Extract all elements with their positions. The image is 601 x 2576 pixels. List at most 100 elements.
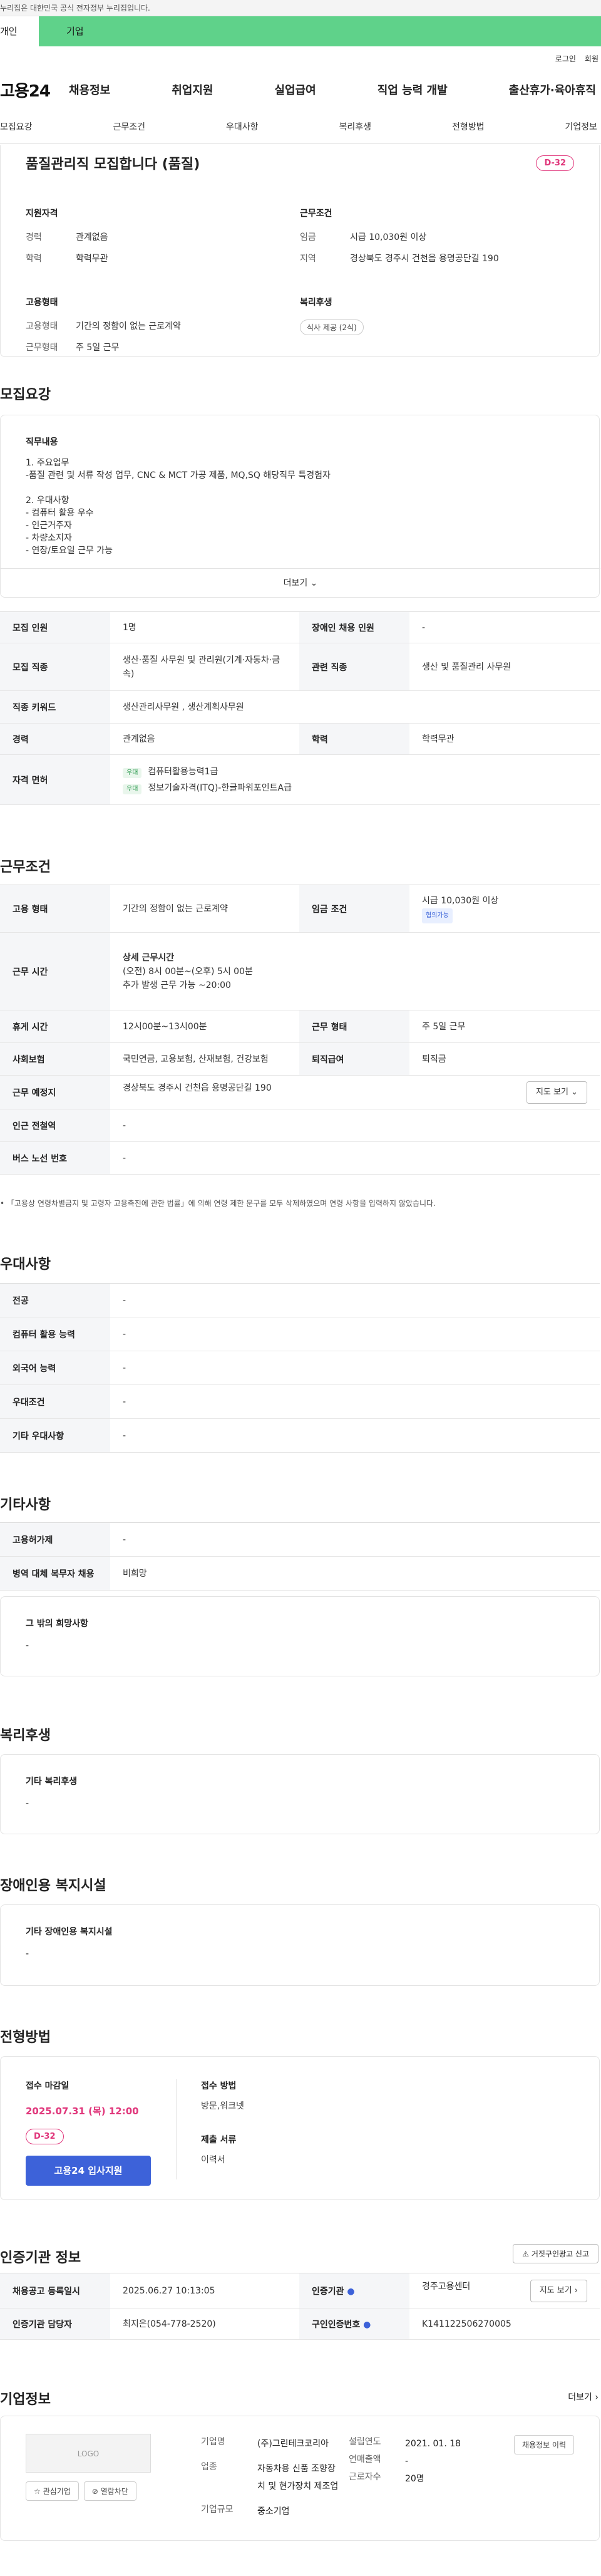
chevron-right-icon: › xyxy=(574,2285,578,2295)
tab-personal[interactable]: 개인 xyxy=(0,16,39,46)
table-row: 기타 우대사항 - xyxy=(0,1418,600,1453)
td: 기간의 정함이 없는 근로계약 xyxy=(110,885,299,933)
wish-heading: 그 밖의 희망사항 xyxy=(26,1619,88,1629)
method-heading: 접수 방법 xyxy=(201,2081,237,2091)
value: 관계없음 xyxy=(76,232,108,242)
method-value: 방문,워크넷 xyxy=(201,2101,244,2111)
gnb-item-unemployment[interactable]: 실업급여 xyxy=(275,81,316,98)
cert-table: 채용공고 등록일시 2025.06.27 10:13:05 인증기관 ● 경주고용… xyxy=(0,2273,600,2340)
gnb-item-leave[interactable]: 출산휴가·육아휴직 xyxy=(509,81,596,98)
page-root: 누리집은 대한민국 공식 전자정부 누리집입니다. 개인 기업 로그인 회원 고… xyxy=(0,0,601,2576)
table-row: 자격 면허 우대 컴퓨터활용능력1급 우대 정보기술자격(ITQ)-한글파워포인트A… xyxy=(0,754,600,805)
value: 경상북도 경주시 건천읍 용명공단길 190 xyxy=(350,254,499,264)
th: 학력 xyxy=(299,723,409,755)
license-item: 우대 컴퓨터활용능력1급 xyxy=(123,765,587,779)
tab-company[interactable]: 기업 xyxy=(39,16,601,46)
td: - xyxy=(409,611,600,643)
recruit-title: 모집요강 xyxy=(0,387,51,403)
fav-label: 관심기업 xyxy=(43,2487,71,2496)
disability-box: 기타 장애인용 복지시설 - xyxy=(0,1904,600,1986)
company-info-left: 기업명 (주)그린테크코리아 업종 자동차용 신품 조향장치 및 현가장치 제조업 … xyxy=(201,2435,339,2520)
th: 병역 대체 복무자 채용 xyxy=(0,1556,110,1591)
job-title: 품질관리직 모집합니다 (품질) xyxy=(26,157,200,172)
th: 인근 전철역 xyxy=(0,1109,110,1142)
place-value: 경상북도 경주시 건천읍 용명공단길 190 xyxy=(123,1083,272,1093)
tab-pref[interactable]: 우대사항 xyxy=(226,120,259,133)
label: 인증기관 xyxy=(312,2286,344,2297)
org-map-button[interactable]: 지도 보기 › xyxy=(530,2279,587,2302)
th: 휴게 시간 xyxy=(0,1010,110,1043)
qual-heading: 지원자격 xyxy=(26,209,58,219)
star-icon: ☆ xyxy=(34,2487,43,2496)
table-row: 모집 인원 1명 장애인 채용 인원 - xyxy=(0,611,600,643)
th: 모집 인원 xyxy=(0,611,110,643)
company-more-link[interactable]: 더보기 › xyxy=(568,2391,598,2403)
th: 장애인 채용 인원 xyxy=(299,611,409,643)
table-row: 버스 노선 번호 - xyxy=(0,1141,600,1175)
tab-work[interactable]: 근무조건 xyxy=(113,120,145,133)
td: 주 5일 근무 xyxy=(409,1010,600,1043)
docs-heading: 제출 서류 xyxy=(201,2135,237,2145)
chevron-down-icon: ⌄ xyxy=(310,578,318,588)
table-row: 직종 키워드 생산관리사무원 , 생산계획사무원 xyxy=(0,690,600,724)
org-value: 경주고용센터 xyxy=(422,2281,471,2292)
wish-box: 그 밖의 희망사항 - xyxy=(0,1596,600,1676)
table-row: 인증기관 담당자 최지은(054-778-2520) 구인인증번호 ● K1411… xyxy=(0,2308,600,2340)
td: 2025.06.27 10:13:05 xyxy=(110,2273,299,2309)
tab-process[interactable]: 전형방법 xyxy=(452,120,485,133)
label: 지역 xyxy=(300,254,316,264)
work-table: 고용 형태 기간의 정함이 없는 근로계약 임금 조건 시급 10,030원 이상… xyxy=(0,885,600,1175)
site-logo[interactable]: 고용24 xyxy=(0,78,69,101)
age-note: • 「고용상 연령차별금지 및 고령자 고용촉진에 관한 법률」에 의해 연령 … xyxy=(0,1198,436,1208)
company-logo: LOGO xyxy=(26,2434,151,2473)
dday-badge: D-32 xyxy=(26,2129,64,2144)
block-button[interactable]: ⊘ 열람차단 xyxy=(83,2481,136,2501)
jobdesc-more-button[interactable]: 더보기 ⌄ xyxy=(1,568,600,597)
label: 연매출액 xyxy=(349,2454,381,2464)
value: 중소기업 xyxy=(257,2506,290,2516)
label: 근무형태 xyxy=(26,343,58,353)
login-link[interactable]: 로그인 xyxy=(555,53,576,64)
job-history-button[interactable]: 채용정보 이력 xyxy=(513,2435,574,2454)
tab-welfare[interactable]: 복리후생 xyxy=(339,120,371,133)
emp-heading: 고용형태 xyxy=(26,298,58,308)
th: 근무 형태 xyxy=(299,1010,409,1043)
qual-edu: 학력 학력무관 xyxy=(26,252,300,264)
favorite-button[interactable]: ☆ 관심기업 xyxy=(26,2481,79,2501)
td: - xyxy=(110,1351,600,1385)
chevron-down-icon: ⌄ xyxy=(571,1087,578,1097)
info-icon[interactable]: ● xyxy=(347,2287,354,2297)
other-table: 고용허가제 - 병역 대체 복무자 채용 비희망 xyxy=(0,1522,600,1591)
join-link[interactable]: 회원 xyxy=(585,53,598,64)
th: 관련 직종 xyxy=(299,643,409,691)
wish-value: - xyxy=(26,1641,29,1651)
td: 1명 xyxy=(110,611,299,643)
value: (주)그린테크코리아 xyxy=(257,2439,329,2449)
th: 전공 xyxy=(0,1283,110,1317)
company-emp-row: 근로자수 20명 xyxy=(349,2470,486,2488)
warning-icon: ⚠ xyxy=(522,2250,532,2258)
map-view-button[interactable]: 지도 보기 ⌄ xyxy=(526,1081,587,1104)
gnb-item-employment-support[interactable]: 취업지원 xyxy=(172,81,213,98)
label: 고용형태 xyxy=(26,321,58,331)
qual-col: 지원자격 경력 관계없음 학력 학력무관 xyxy=(26,207,300,273)
welfare-col: 복리후생 식사 제공 (2식) xyxy=(300,296,574,362)
td: 시급 10,030원 이상 협의가능 xyxy=(409,885,600,933)
cond-area: 지역 경상북도 경주시 건천읍 용명공단길 190 xyxy=(300,252,574,264)
gnb-item-training[interactable]: 직업 능력 개발 xyxy=(378,81,448,98)
report-button[interactable]: ⚠ 거짓구인광고 신고 xyxy=(513,2244,598,2263)
report-label: 거짓구인광고 신고 xyxy=(531,2250,589,2258)
gnb-item-jobs[interactable]: 채용정보 xyxy=(69,81,110,98)
jobdesc-text: 1. 주요업무 -품질 관련 및 서류 작성 업무, CNC & MCT 가공 … xyxy=(26,458,331,556)
table-row: 인근 전철역 - xyxy=(0,1109,600,1142)
tab-company[interactable]: 기업정보 xyxy=(565,120,597,133)
info-icon[interactable]: ● xyxy=(363,2320,371,2330)
tab-recruit[interactable]: 모집요강 xyxy=(0,120,33,133)
apply-button[interactable]: 고용24 입사지원 xyxy=(26,2156,151,2186)
th: 인증기관 담당자 xyxy=(0,2308,110,2340)
time-line: 추가 발생 근무 가능 ~20:00 xyxy=(123,980,231,990)
td: 퇴직금 xyxy=(409,1042,600,1076)
pref-tag: 우대 xyxy=(123,767,142,778)
license-item: 우대 정보기술자격(ITQ)-한글파워포인트A급 xyxy=(123,781,587,795)
summary-grid-1: 지원자격 경력 관계없음 학력 학력무관 근무조건 임금 시급 10,030원 이상 … xyxy=(26,207,574,273)
